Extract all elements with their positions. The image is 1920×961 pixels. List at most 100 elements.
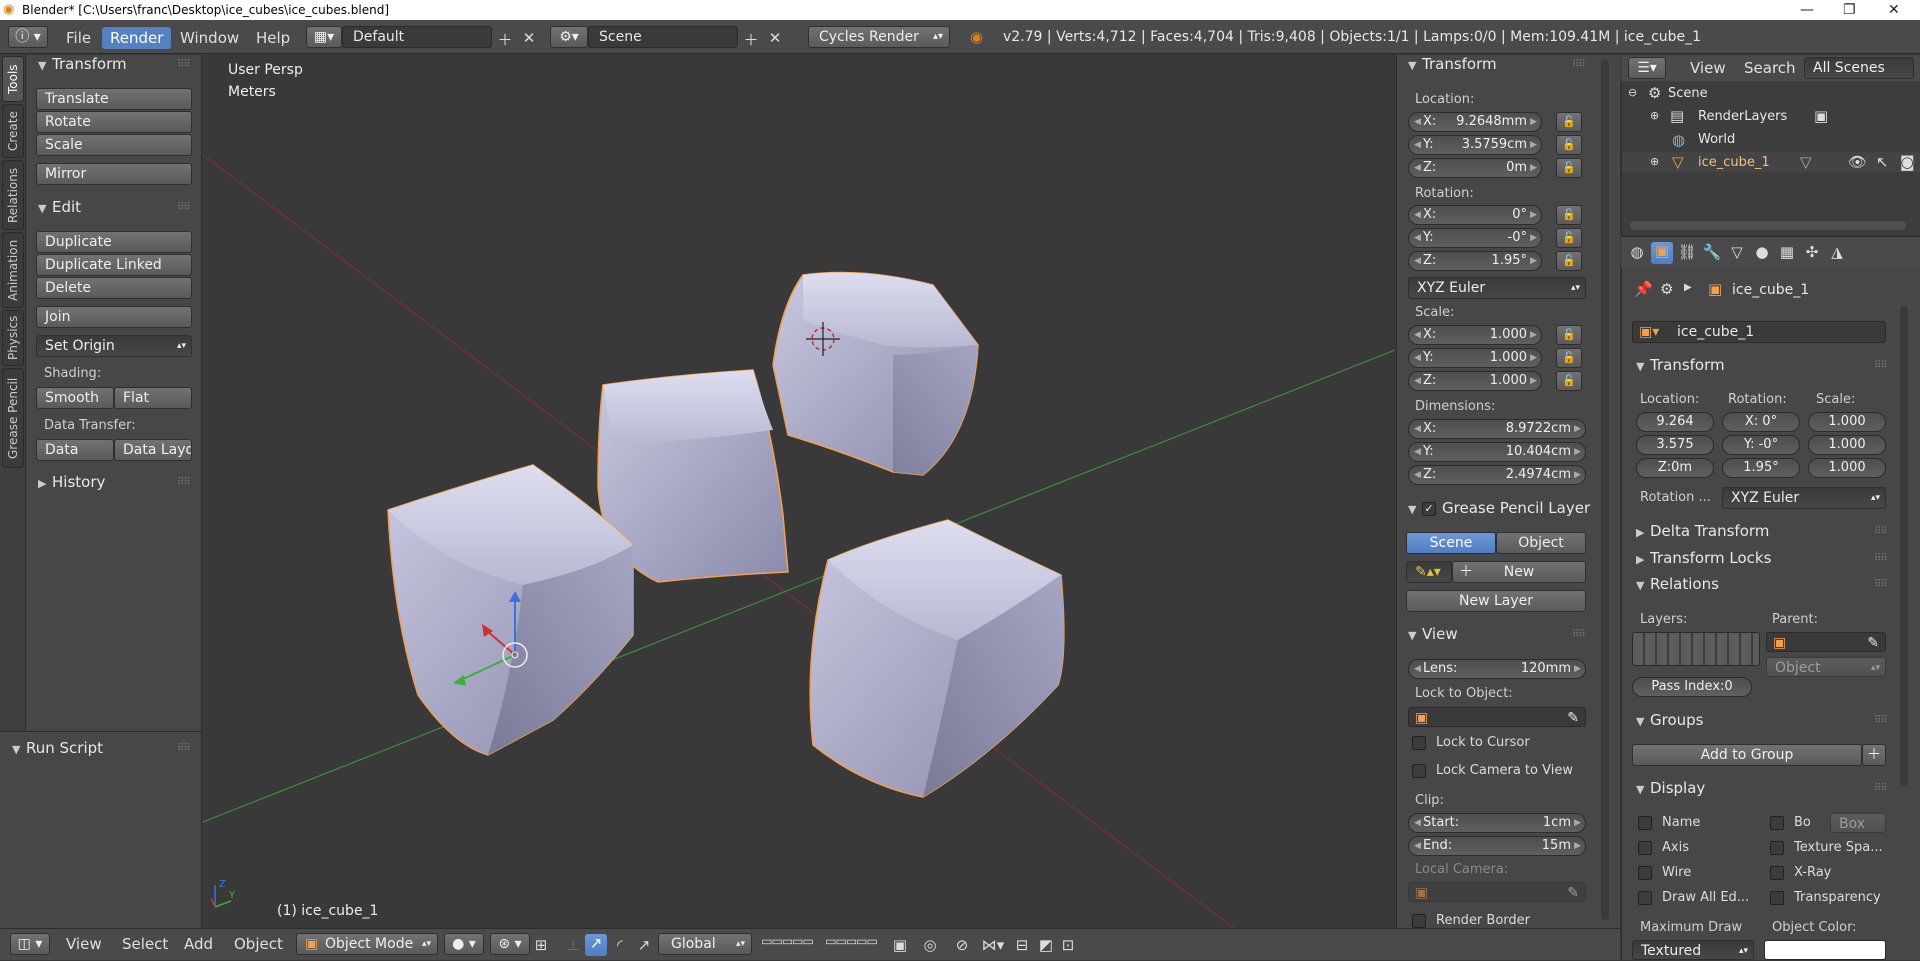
run-script-header[interactable]: ▼ Run Script [12,737,103,759]
lock-icon[interactable]: 🔓 [1556,371,1582,391]
lock-icon[interactable]: 🔓 [1556,158,1582,178]
clip-start-field[interactable]: ◀ Start: 1cm ▶ [1408,813,1586,833]
outliner-scrollbar[interactable] [1630,221,1906,230]
decrement-arrow-icon[interactable]: ◀ [1414,466,1421,484]
dimension-z-field[interactable]: ◀ Z: 2.4974cm ▶ [1408,465,1586,485]
lock-to-cursor-checkbox[interactable] [1412,736,1426,750]
grease-pencil-layer-header[interactable]: ▼ ✓ Grease Pencil Layer [1408,497,1590,519]
props-rotation-x[interactable]: X: 0° [1722,412,1800,432]
lock-icon[interactable]: 🔓 [1556,205,1582,225]
dimension-y-field[interactable]: ◀ Y: 10.404cm ▶ [1408,442,1586,462]
layers-grid-icon[interactable]: ▭▭▭▭▭ [758,934,816,948]
set-origin-select[interactable]: Set Origin ▴▾ [36,335,192,357]
scale-z-field[interactable]: ◀ Z: 1.000 ▶ [1408,371,1542,391]
props-location-y[interactable]: 3.575 [1636,435,1714,455]
interaction-mode-select[interactable]: ▣ Object Mode ▴▾ [296,933,438,955]
display-wire-checkbox[interactable] [1638,866,1652,880]
drag-grip-icon[interactable]: ⠿⠿ [1874,579,1888,590]
render-border-checkbox[interactable] [1412,914,1426,928]
outliner-item-world[interactable]: World [1698,132,1735,147]
expand-toggle-icon[interactable]: ⊕ [1650,109,1659,122]
mirror-button[interactable]: Mirror [36,163,192,185]
render-layer-icon[interactable]: ▣ [1814,107,1828,125]
add-to-group-button[interactable]: Add to Group [1632,744,1862,766]
display-texture-space-checkbox[interactable] [1770,841,1784,855]
outliner-display-mode-select[interactable]: All Scenes [1804,57,1914,79]
context-texture-icon[interactable]: ▦ [1776,243,1798,261]
pin-icon[interactable]: 📌 [1634,280,1653,298]
properties-scrollbar[interactable] [1900,306,1908,786]
lock-camera-checkbox[interactable] [1412,764,1426,778]
drag-grip-icon[interactable]: ⠿⠿ [177,477,191,488]
decrement-arrow-icon[interactable]: ◀ [1414,349,1421,367]
decrement-arrow-icon[interactable]: ◀ [1414,326,1421,344]
decrement-arrow-icon[interactable]: ◀ [1414,814,1421,832]
manipulator-toggle-icon[interactable]: ↗ [585,934,607,956]
flat-shading-button[interactable]: Flat [114,387,192,409]
collapse-toggle-icon[interactable]: ⊖ [1628,86,1637,99]
increment-arrow-icon[interactable]: ▶ [1530,326,1537,344]
limit-selection-icon[interactable]: ⊞ [530,936,552,954]
rotation-y-field[interactable]: ◀ Y: -0° ▶ [1408,228,1542,248]
tab-create[interactable]: Create [2,104,24,158]
maximize-icon[interactable]: ❐ [1843,0,1856,20]
props-location-x[interactable]: 9.264 [1636,412,1714,432]
add-group-icon[interactable]: ＋ [1862,744,1886,766]
increment-arrow-icon[interactable]: ▶ [1530,159,1537,177]
parent-object-field[interactable]: ▣ ✎ [1766,632,1886,652]
lens-field[interactable]: ◀ Lens: 120mm ▶ [1408,659,1586,679]
decrement-arrow-icon[interactable]: ◀ [1414,837,1421,855]
drag-grip-icon[interactable]: ⠿⠿ [1874,783,1888,794]
relations-header[interactable]: ▼ Relations [1636,573,1719,595]
add-scene-icon[interactable]: ＋ [742,29,760,50]
props-rotation-y[interactable]: Y: -0° [1722,435,1800,455]
manipulator-scale-icon[interactable]: ↗ [634,936,654,954]
lock-icon[interactable]: 🔓 [1556,251,1582,271]
drag-grip-icon[interactable]: ⠿⠿ [177,743,191,754]
ice-cube-mesh[interactable] [809,519,1065,798]
snap-toggle-icon[interactable]: ⊘ [952,936,972,954]
n-transform-header[interactable]: ▼ Transform [1408,53,1497,75]
context-object-icon[interactable]: ▣ [1651,242,1673,264]
increment-arrow-icon[interactable]: ▶ [1574,814,1581,832]
delete-button[interactable]: Delete [36,277,192,299]
viewport-shading-select[interactable]: ● ▾ [444,933,484,955]
snap-element-icon[interactable]: ⋈▾ [978,936,1008,954]
display-name-checkbox[interactable] [1638,816,1652,830]
menu-window[interactable]: Window [172,27,247,49]
outliner-item-scene[interactable]: Scene [1668,86,1708,101]
decrement-arrow-icon[interactable]: ◀ [1414,229,1421,247]
proportional-edit-icon[interactable]: ◎ [920,936,940,954]
layers-grid-icon[interactable]: ▭▭▭▭▭ [822,934,880,948]
tab-animation[interactable]: Animation [2,232,24,308]
expand-toggle-icon[interactable]: ⊕ [1650,155,1659,168]
increment-arrow-icon[interactable]: ▶ [1574,660,1581,678]
increment-arrow-icon[interactable]: ▶ [1574,420,1581,438]
decrement-arrow-icon[interactable]: ◀ [1414,159,1421,177]
groups-header[interactable]: ▼ Groups [1636,709,1703,731]
scale-y-field[interactable]: ◀ Y: 1.000 ▶ [1408,348,1542,368]
editor-type-button[interactable]: ⓘ ▾ [8,26,48,48]
scene-field[interactable]: Scene [588,26,738,48]
clip-end-field[interactable]: ◀ End: 15m ▶ [1408,836,1586,856]
menu-view[interactable]: View [58,933,110,955]
increment-arrow-icon[interactable]: ▶ [1574,466,1581,484]
lock-icon[interactable]: 🔓 [1556,112,1582,132]
n-view-header[interactable]: ▼ View [1408,623,1458,645]
outliner-item-ice-cube[interactable]: ice_cube_1 [1698,155,1770,170]
gp-new-button[interactable]: ＋ New [1452,561,1586,583]
context-material-icon[interactable]: ● [1751,243,1773,261]
tools-transform-header[interactable]: ▼ Transform [38,53,127,75]
pass-index-field[interactable]: Pass Index:0 [1632,677,1752,697]
renderable-camera-icon[interactable]: ◙ [1900,153,1915,171]
remove-scene-icon[interactable]: ✕ [766,29,784,47]
menu-render[interactable]: Render [102,27,172,49]
menu-select[interactable]: Select [114,933,176,955]
transform-orientation-select[interactable]: Global ▴▾ [658,933,752,955]
context-physics-icon[interactable]: ◮ [1826,243,1848,261]
gp-data-browse[interactable]: ✎▴▾ [1406,561,1452,583]
ice-cube-mesh[interactable] [387,464,634,756]
menu-object[interactable]: Object [226,933,291,955]
delta-transform-header[interactable]: ▶ Delta Transform [1636,520,1769,542]
display-xray-checkbox[interactable] [1770,866,1784,880]
